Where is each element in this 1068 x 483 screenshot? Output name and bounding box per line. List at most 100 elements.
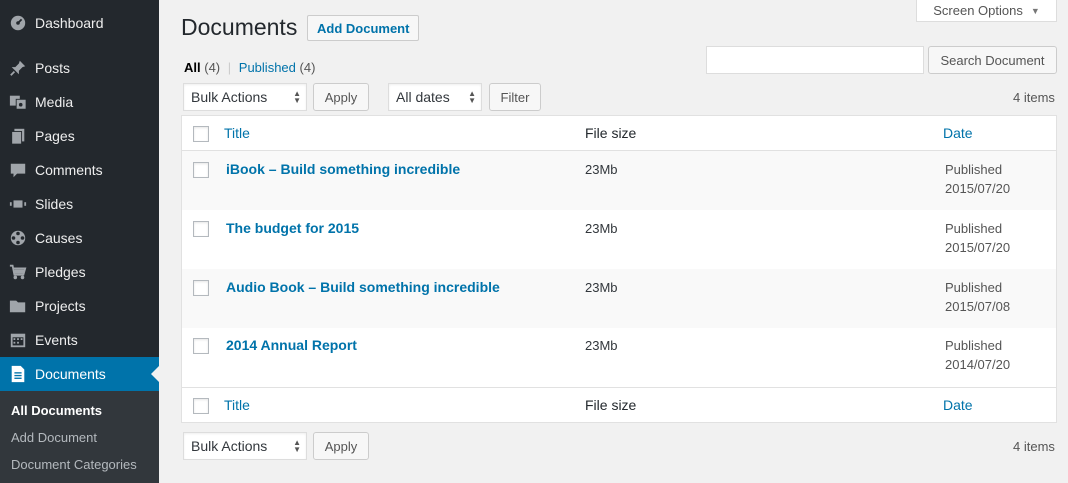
cart-icon [8, 262, 28, 282]
screen-options-label: Screen Options [933, 3, 1023, 18]
documents-table: Title File size Date iBook – Build somet… [181, 115, 1057, 423]
view-filters: All (4) | Published (4) [184, 60, 315, 75]
menu-label: Projects [35, 298, 86, 314]
add-document-button[interactable]: Add Document [307, 15, 420, 41]
caret-down-icon: ▼ [1030, 5, 1040, 16]
document-date: 2015/07/08 [945, 299, 1011, 314]
table-row: The budget for 2015 23Mb Published 2015/… [182, 210, 1056, 269]
menu-label: Posts [35, 60, 71, 76]
menu-label: Pledges [35, 264, 86, 280]
table-header-row: Title File size Date [182, 116, 1056, 151]
menu-item-pledges[interactable]: Pledges [0, 255, 159, 289]
menu-item-documents[interactable]: Documents [0, 357, 159, 391]
document-file-size: 23Mb [585, 280, 618, 295]
document-date: 2014/07/20 [945, 357, 1011, 372]
submenu-document-categories[interactable]: Document Categories [11, 457, 137, 472]
document-title-link[interactable]: 2014 Annual Report [226, 337, 357, 353]
bulk-actions-select-bottom[interactable]: Bulk Actions ▲ ▼ [183, 432, 307, 460]
menu-label: Media [35, 94, 74, 110]
documents-submenu: All Documents Add Document Document Cate… [0, 391, 159, 483]
menu-label: Events [35, 332, 78, 348]
items-count-top: 4 items [1013, 90, 1055, 105]
select-arrows-icon: ▲ ▼ [468, 89, 476, 105]
document-file-size: 23Mb [585, 221, 618, 236]
bulk-actions-value: Bulk Actions [191, 89, 268, 105]
comment-icon [8, 160, 28, 180]
document-icon [8, 364, 28, 384]
column-size-header: File size [585, 125, 637, 141]
apply-button-bottom[interactable]: Apply [313, 432, 369, 460]
page-title: Documents [181, 14, 298, 40]
menu-label: Comments [35, 162, 103, 178]
filter-button[interactable]: Filter [489, 83, 541, 111]
table-row: iBook – Build something incredible 23Mb … [182, 151, 1056, 210]
row-checkbox[interactable] [193, 280, 209, 296]
menu-label: Dashboard [35, 15, 104, 31]
menu-item-slides[interactable]: Slides [0, 187, 159, 221]
view-published-link[interactable]: Published [239, 60, 296, 75]
dates-select[interactable]: All dates ▲ ▼ [388, 83, 482, 111]
row-checkbox[interactable] [193, 338, 209, 354]
admin-sidebar: Dashboard Posts Media Pages Comments Sli… [0, 0, 159, 483]
media-icon [8, 92, 28, 112]
document-date: 2015/07/20 [945, 240, 1011, 255]
document-status: Published [945, 280, 1003, 295]
folder-icon [8, 296, 28, 316]
column-title-footer[interactable]: Title [224, 397, 250, 413]
view-separator: | [227, 60, 232, 75]
document-title-link[interactable]: Audio Book – Build something incredible [226, 279, 500, 295]
document-status: Published [945, 162, 1003, 177]
submenu-all-documents[interactable]: All Documents [11, 403, 102, 418]
select-arrows-icon: ▲ ▼ [293, 89, 301, 105]
document-title-link[interactable]: The budget for 2015 [226, 220, 359, 236]
bulk-actions-value: Bulk Actions [191, 438, 268, 454]
menu-item-causes[interactable]: Causes [0, 221, 159, 255]
select-arrows-icon: ▲ ▼ [293, 438, 301, 454]
view-published-count: (4) [299, 60, 316, 75]
search-document-button[interactable]: Search Document [928, 46, 1057, 74]
menu-item-pages[interactable]: Pages [0, 119, 159, 153]
row-checkbox[interactable] [193, 162, 209, 178]
document-status: Published [945, 221, 1003, 236]
calendar-icon [8, 330, 28, 350]
menu-label: Slides [35, 196, 74, 212]
table-row: 2014 Annual Report 23Mb Published 2014/0… [182, 328, 1056, 387]
select-all-checkbox-footer[interactable] [193, 398, 209, 414]
slides-icon [8, 194, 28, 214]
dashboard-icon [8, 13, 28, 33]
apply-button-top[interactable]: Apply [313, 83, 369, 111]
search-input[interactable] [706, 46, 924, 74]
menu-label: Causes [35, 230, 83, 246]
dates-value: All dates [396, 89, 450, 105]
column-title-header[interactable]: Title [224, 125, 250, 141]
screen-options-toggle[interactable]: Screen Options ▼ [916, 0, 1057, 22]
menu-label: Pages [35, 128, 75, 144]
document-status: Published [945, 338, 1003, 353]
causes-icon [8, 228, 28, 248]
view-all-label[interactable]: All [184, 60, 201, 75]
document-file-size: 23Mb [585, 338, 618, 353]
column-date-header[interactable]: Date [943, 125, 973, 141]
menu-item-media[interactable]: Media [0, 85, 159, 119]
view-all-count: (4) [204, 60, 221, 75]
menu-item-events[interactable]: Events [0, 323, 159, 357]
menu-item-dashboard[interactable]: Dashboard [0, 6, 159, 40]
column-size-footer: File size [585, 397, 637, 413]
table-footer-row: Title File size Date [182, 387, 1056, 422]
menu-label: Documents [35, 366, 106, 382]
select-all-checkbox[interactable] [193, 126, 209, 142]
column-date-footer[interactable]: Date [943, 397, 973, 413]
menu-item-posts[interactable]: Posts [0, 51, 159, 85]
document-date: 2015/07/20 [945, 181, 1011, 196]
document-title-link[interactable]: iBook – Build something incredible [226, 161, 460, 177]
submenu-add-document[interactable]: Add Document [11, 430, 97, 445]
menu-item-projects[interactable]: Projects [0, 289, 159, 323]
table-row: Audio Book – Build something incredible … [182, 269, 1056, 328]
row-checkbox[interactable] [193, 221, 209, 237]
pin-icon [8, 58, 28, 78]
bulk-actions-select-top[interactable]: Bulk Actions ▲ ▼ [183, 83, 307, 111]
pages-icon [8, 126, 28, 146]
document-file-size: 23Mb [585, 162, 618, 177]
menu-item-comments[interactable]: Comments [0, 153, 159, 187]
items-count-bottom: 4 items [1013, 439, 1055, 454]
